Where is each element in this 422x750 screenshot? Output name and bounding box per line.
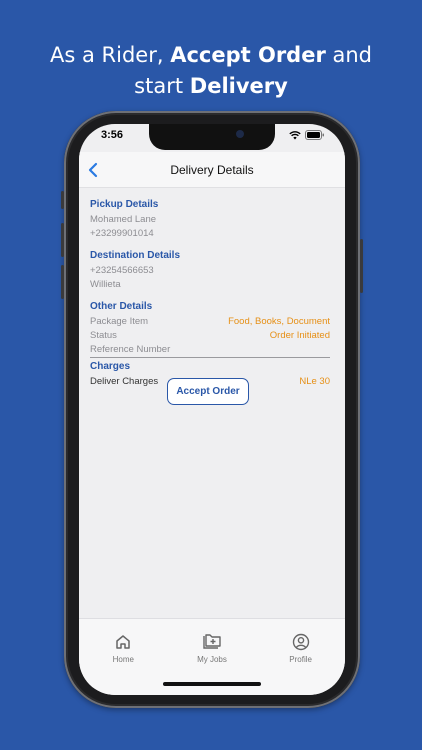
destination-section: Destination Details +23254566653 Williet… xyxy=(90,250,330,292)
pickup-section: Pickup Details Mohamed Lane +23299901014 xyxy=(90,199,330,241)
package-item-value: Food, Books, Document xyxy=(228,316,330,327)
tab-home-label: Home xyxy=(112,655,134,664)
charges-title: Charges xyxy=(90,361,131,372)
battery-icon xyxy=(305,130,324,140)
pickup-phone: +23299901014 xyxy=(90,228,154,239)
tab-my-jobs-label: My Jobs xyxy=(197,655,227,664)
camera-icon xyxy=(236,130,244,138)
wifi-icon xyxy=(289,130,301,139)
deliver-charges-value: NLe 30 xyxy=(299,376,330,387)
other-details-section: Other Details Package Item Food, Books, … xyxy=(90,301,330,358)
tab-home[interactable]: Home xyxy=(83,619,163,695)
status-time: 3:56 xyxy=(101,129,124,141)
package-item-label: Package Item xyxy=(90,316,149,327)
delivery-details: Pickup Details Mohamed Lane +23299901014… xyxy=(90,199,330,389)
headline-line-1: As a Rider, Accept Order and xyxy=(50,43,372,67)
divider xyxy=(90,357,330,358)
other-details-title: Other Details xyxy=(90,301,153,312)
reference-number-label: Reference Number xyxy=(90,344,171,355)
volume-down-button xyxy=(61,223,64,257)
destination-name: Willieta xyxy=(90,279,121,290)
tab-profile[interactable]: Profile xyxy=(261,619,341,695)
app-screen: 3:56 Delivery Details Pickup Details Moh… xyxy=(79,124,345,695)
status-icons xyxy=(289,130,325,140)
page-title: Delivery Details xyxy=(170,163,254,177)
headline: As a Rider, Accept Order and start Deliv… xyxy=(0,40,422,102)
status-value: Order Initiated xyxy=(269,330,330,341)
pickup-title: Pickup Details xyxy=(90,199,159,210)
package-item-row: Package Item Food, Books, Document xyxy=(90,315,330,329)
pickup-name: Mohamed Lane xyxy=(90,214,157,225)
jobs-folder-icon xyxy=(203,634,221,649)
accept-order-button[interactable]: Accept Order xyxy=(167,378,249,405)
destination-title: Destination Details xyxy=(90,250,181,261)
tab-profile-label: Profile xyxy=(289,655,312,664)
deliver-charges-label: Deliver Charges xyxy=(90,376,159,387)
volume-up-button xyxy=(61,191,64,209)
destination-phone: +23254566653 xyxy=(90,265,154,276)
home-indicator xyxy=(163,682,261,686)
status-label: Status xyxy=(90,330,117,341)
navigation-bar: Delivery Details xyxy=(79,152,345,188)
profile-icon xyxy=(292,633,309,651)
volume-down-button-2 xyxy=(61,265,64,299)
notch xyxy=(149,124,275,150)
status-row: Status Order Initiated xyxy=(90,329,330,343)
power-button xyxy=(360,239,363,293)
home-icon xyxy=(116,635,131,649)
headline-line-2: start Delivery xyxy=(134,74,288,98)
phone-frame: 3:56 Delivery Details Pickup Details Moh… xyxy=(61,111,363,708)
